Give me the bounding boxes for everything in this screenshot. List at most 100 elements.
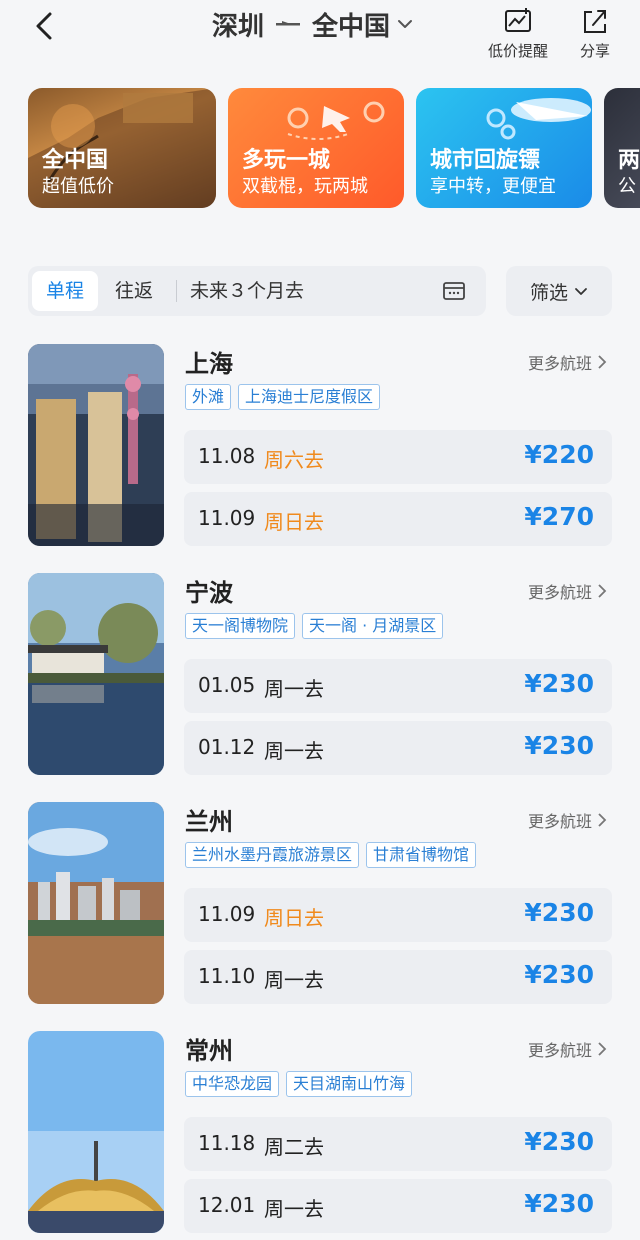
price-alert-button[interactable]: 低价提醒 <box>488 4 548 61</box>
attraction-tag[interactable]: 天一阁博物院 <box>185 613 296 639</box>
changzhou-park-image <box>28 1031 164 1233</box>
flight-option[interactable]: 11.09 周日去 ¥230 <box>184 888 612 942</box>
flight-weekday: 周日去 <box>264 906 324 930</box>
attraction-tag[interactable]: 天一阁 · 月湖景区 <box>302 613 444 639</box>
flight-option[interactable]: 12.01 周一去 ¥230 <box>184 1179 612 1233</box>
flight-option[interactable]: 11.09 周日去 ¥270 <box>184 492 612 546</box>
banner-title: 全中国 <box>42 148 109 173</box>
flight-option[interactable]: 11.08 周六去 ¥220 <box>184 430 612 484</box>
price-alert-label: 低价提醒 <box>488 42 549 60</box>
attraction-tag[interactable]: 中华恐龙园 <box>185 1071 280 1097</box>
flight-option[interactable]: 01.05 周一去 ¥230 <box>184 659 612 713</box>
flight-weekday: 周一去 <box>264 1197 324 1221</box>
share-icon <box>584 10 606 33</box>
flight-date: 01.12 <box>198 735 256 759</box>
attraction-tags: 兰州水墨丹霞旅游景区 甘肃省博物馆 <box>185 842 483 868</box>
chevron-right-icon <box>598 1042 607 1056</box>
banner-subtitle: 超值低价 <box>42 176 114 197</box>
share-button[interactable]: 分享 <box>578 4 612 61</box>
banner-subtitle: 享中转，更便宜 <box>430 176 556 197</box>
more-flights-label: 更多航班 <box>527 583 592 602</box>
flight-price: ¥270 <box>524 502 594 531</box>
flight-date: 11.08 <box>198 444 256 468</box>
banner-multi-city[interactable]: 多玩一城 双截棍，玩两城 <box>228 88 404 208</box>
flight-weekday: 周六去 <box>264 448 324 472</box>
chevron-down-icon <box>398 20 413 28</box>
attraction-tag[interactable]: 天目湖南山竹海 <box>286 1071 413 1097</box>
more-flights-link[interactable]: 更多航班 <box>528 579 608 603</box>
more-flights-label: 更多航班 <box>527 1041 592 1060</box>
chevron-right-icon <box>598 584 607 598</box>
back-button[interactable] <box>28 6 64 46</box>
attraction-tag[interactable]: 外滩 <box>185 384 232 410</box>
city-photo <box>28 573 164 775</box>
city-photo <box>28 802 164 1004</box>
back-arrow-icon <box>36 12 52 40</box>
attraction-tags: 中华恐龙园 天目湖南山竹海 <box>185 1071 419 1097</box>
destination-card-changzhou[interactable]: 常州 更多航班 中华恐龙园 天目湖南山竹海 11.18 周二去 ¥230 12.… <box>0 1031 640 1235</box>
destination-card-ningbo[interactable]: 宁波 更多航班 天一阁博物院 天一阁 · 月湖景区 01.05 周一去 ¥230… <box>0 573 640 777</box>
flight-price: ¥230 <box>524 1189 594 1218</box>
flight-date: 01.05 <box>198 673 256 697</box>
filter-label: 筛选 <box>529 281 568 304</box>
attraction-tag[interactable]: 上海迪士尼度假区 <box>238 384 381 410</box>
flight-option[interactable]: 11.18 周二去 ¥230 <box>184 1117 612 1171</box>
filter-button[interactable]: 筛选 <box>506 266 612 316</box>
more-flights-link[interactable]: 更多航班 <box>528 1037 608 1061</box>
banner-subtitle: 双截棍，玩两城 <box>242 176 368 197</box>
calendar-icon[interactable] <box>442 280 466 302</box>
trip-type-bar: 单程 往返 未来３个月去 <box>28 266 486 316</box>
destination-card-shanghai[interactable]: 上海 更多航班 外滩 上海迪士尼度假区 11.08 周六去 ¥220 11.09… <box>0 344 640 548</box>
chevron-down-icon <box>575 288 587 295</box>
attraction-tag[interactable]: 兰州水墨丹霞旅游景区 <box>185 842 360 868</box>
city-name: 上海 <box>185 350 233 378</box>
banner-title: 多玩一城 <box>242 148 331 173</box>
city-name: 兰州 <box>185 808 233 836</box>
feature-banners: 全中国 超值低价 多玩一城 双截棍，玩两城 城市回旋镖 享中转，更便宜 两 公 <box>0 88 640 216</box>
flight-date: 11.09 <box>198 902 256 926</box>
chart-alert-icon <box>505 8 531 32</box>
tab-round-trip[interactable]: 往返 <box>106 271 162 311</box>
city-name: 宁波 <box>185 579 233 607</box>
flight-price: ¥230 <box>524 1127 594 1156</box>
share-label: 分享 <box>579 42 610 60</box>
banner-title: 两 <box>618 148 640 173</box>
banner-partial[interactable]: 两 公 <box>604 88 640 208</box>
route-selector[interactable]: 深圳 全中国 <box>212 4 414 44</box>
more-flights-label: 更多航班 <box>527 812 592 831</box>
tab-divider <box>176 280 177 302</box>
banner-subtitle: 公 <box>618 176 636 197</box>
more-flights-link[interactable]: 更多航班 <box>528 808 608 832</box>
flight-weekday: 周一去 <box>264 739 324 763</box>
flight-date: 11.18 <box>198 1131 256 1155</box>
more-flights-link[interactable]: 更多航班 <box>528 350 608 374</box>
flight-weekday: 周一去 <box>264 677 324 701</box>
banner-boomerang[interactable]: 城市回旋镖 享中转，更便宜 <box>416 88 592 208</box>
attraction-tags: 外滩 上海迪士尼度假区 <box>185 384 387 410</box>
flight-price: ¥230 <box>524 669 594 698</box>
attraction-tags: 天一阁博物院 天一阁 · 月湖景区 <box>185 613 450 639</box>
destination-city: 全中国 <box>312 11 391 42</box>
shanghai-skyline-image <box>28 344 164 546</box>
flight-option[interactable]: 11.10 周一去 ¥230 <box>184 950 612 1004</box>
flight-date: 12.01 <box>198 1193 256 1217</box>
tab-one-way[interactable]: 单程 <box>32 271 98 311</box>
attraction-tag[interactable]: 甘肃省博物馆 <box>366 842 477 868</box>
ningbo-pavilion-image <box>28 573 164 775</box>
flight-option[interactable]: 01.12 周一去 ¥230 <box>184 721 612 775</box>
date-range-selector[interactable]: 未来３个月去 <box>190 271 330 311</box>
flight-weekday: 周日去 <box>264 510 324 534</box>
city-name: 常州 <box>185 1037 233 1065</box>
route-arrow-icon <box>276 21 301 26</box>
origin-city: 深圳 <box>212 11 265 42</box>
city-photo <box>28 344 164 546</box>
chevron-right-icon <box>598 355 607 369</box>
flight-price: ¥230 <box>524 731 594 760</box>
flight-date: 11.10 <box>198 964 256 988</box>
top-bar: 深圳 全中国 低价提醒 分享 <box>0 0 640 78</box>
banner-all-china[interactable]: 全中国 超值低价 <box>28 88 216 208</box>
flight-weekday: 周二去 <box>264 1135 324 1159</box>
destination-card-lanzhou[interactable]: 兰州 更多航班 兰州水墨丹霞旅游景区 甘肃省博物馆 11.09 周日去 ¥230… <box>0 802 640 1006</box>
flight-price: ¥230 <box>524 960 594 989</box>
more-flights-label: 更多航班 <box>527 354 592 373</box>
